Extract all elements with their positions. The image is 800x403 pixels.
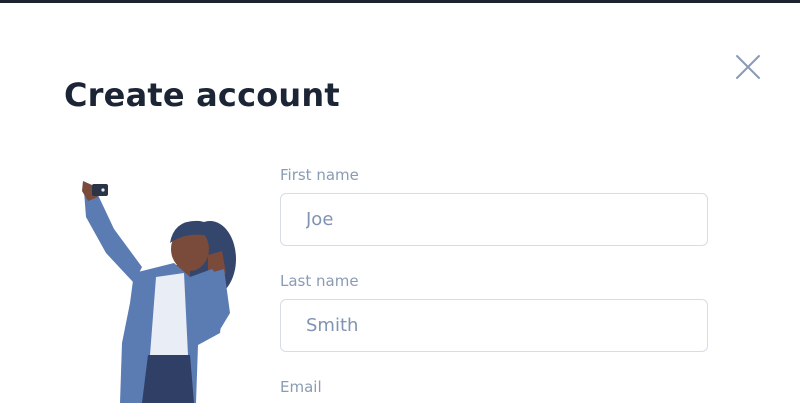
first-name-input[interactable] [281,209,707,230]
close-button[interactable] [730,51,766,87]
dialog-title: Create account [64,76,340,114]
last-name-input[interactable] [281,315,707,336]
first-name-label: First name [280,166,359,184]
create-account-dialog: Create account First name Joe Last name … [0,3,800,403]
last-name-field[interactable] [280,299,708,352]
close-icon [736,55,760,79]
first-name-field[interactable] [280,193,708,246]
last-name-label: Last name [280,272,359,290]
person-taking-selfie-illustration [82,181,236,403]
email-label: Email [280,378,322,396]
